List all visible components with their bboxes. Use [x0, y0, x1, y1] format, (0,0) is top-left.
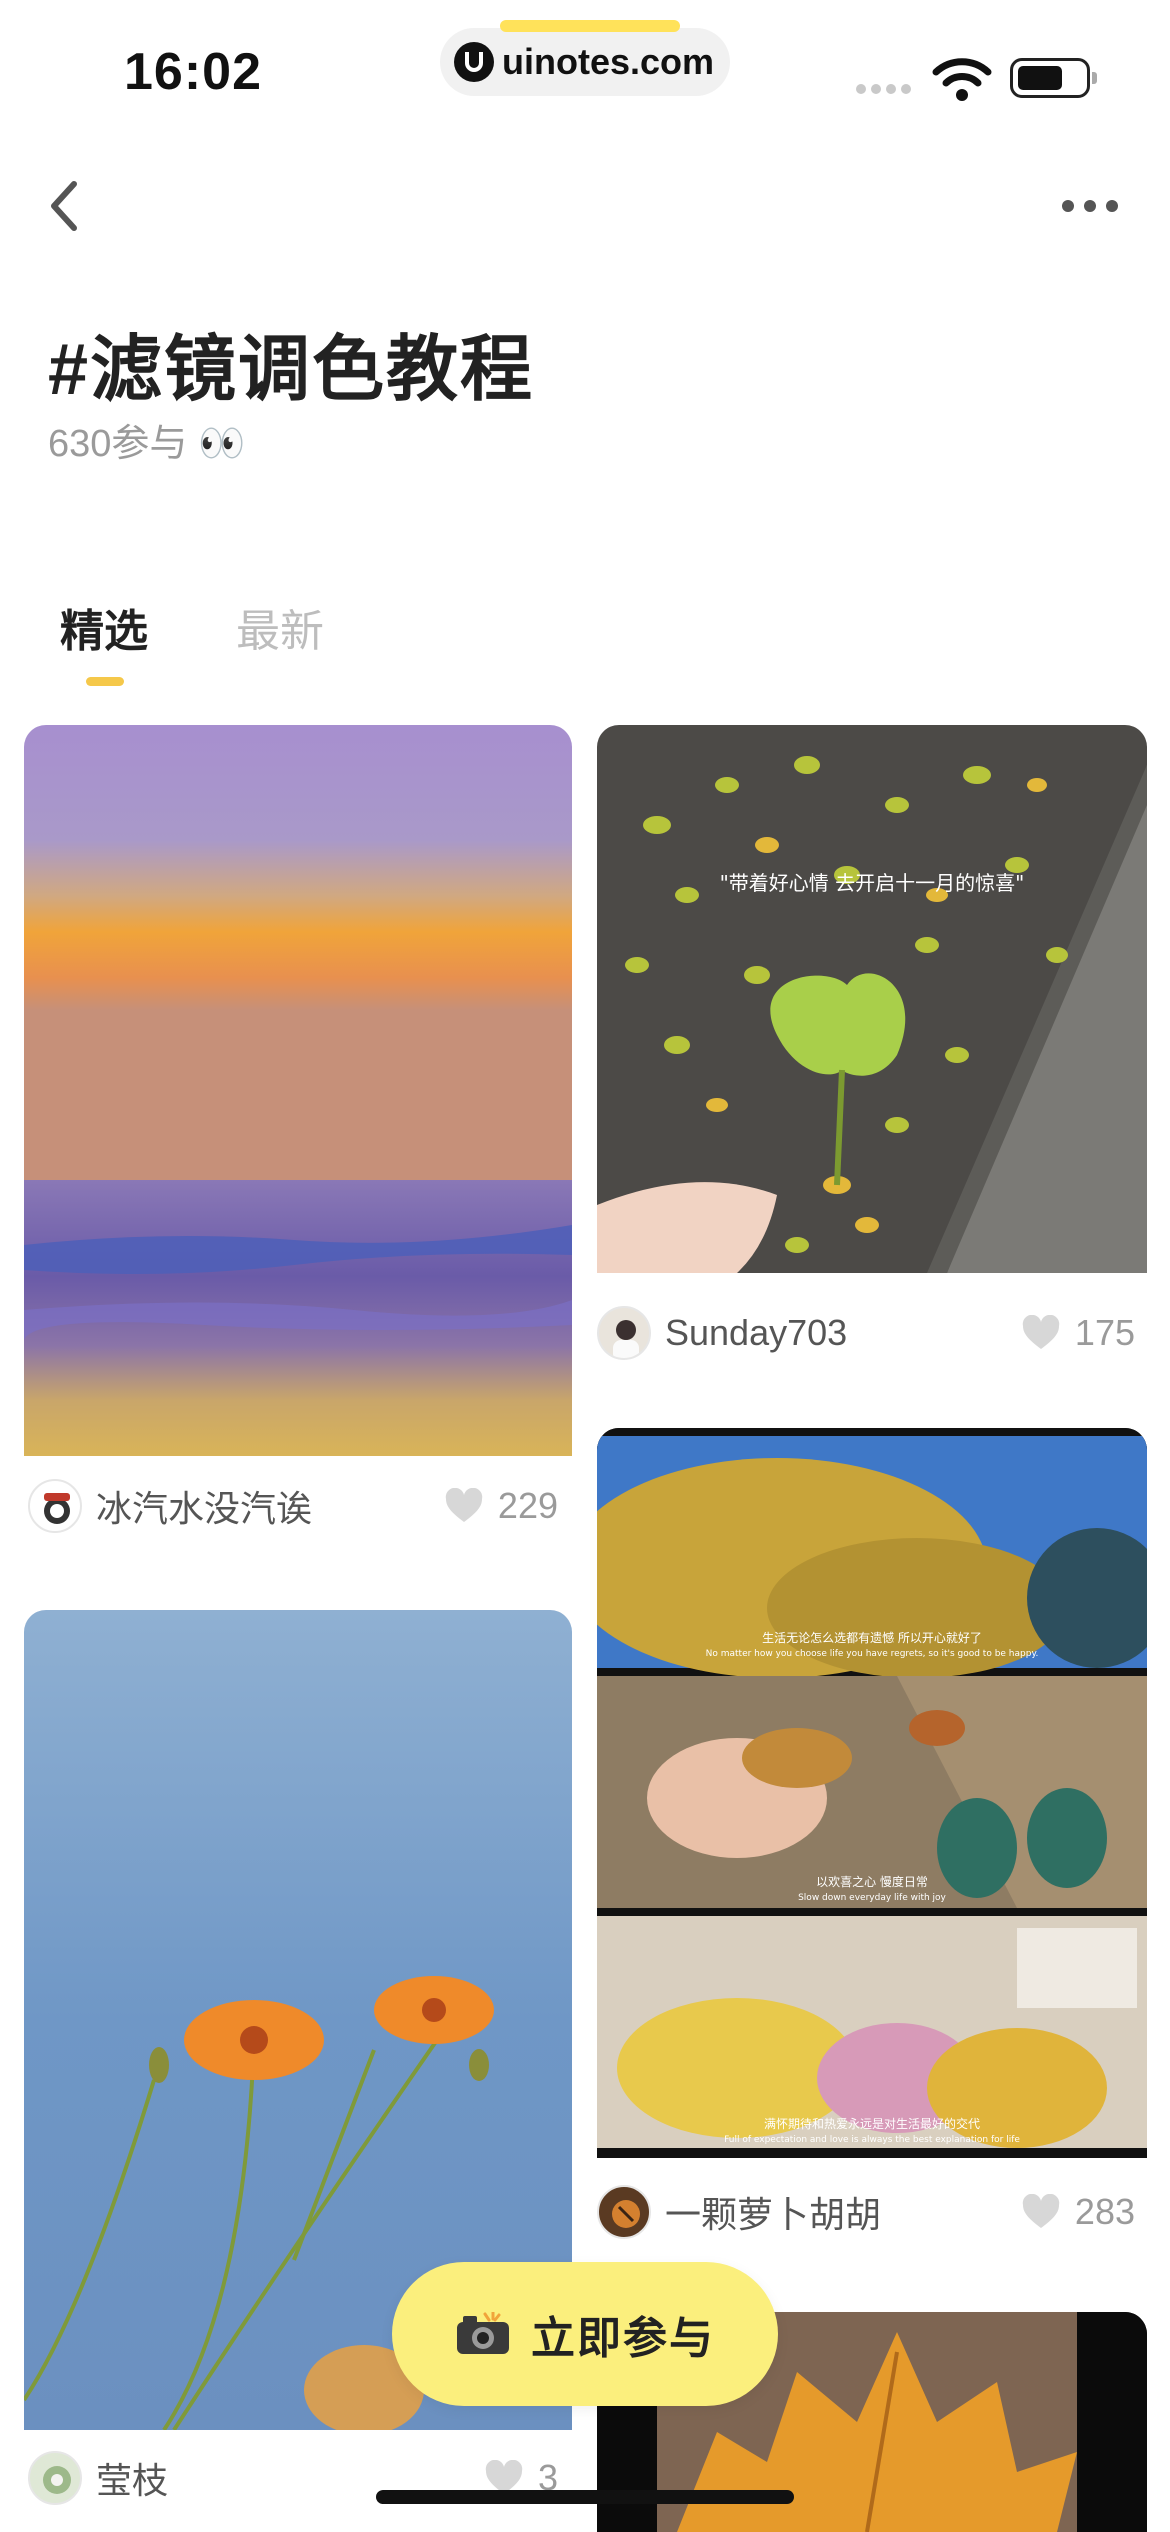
page-title: #滤镜调色教程: [48, 330, 535, 410]
post-meta: 一颗萝卜胡胡 283: [597, 2172, 1147, 2252]
like-count-value: 175: [1074, 1312, 1135, 1353]
heart-icon: [1022, 1315, 1060, 1349]
back-arrow-icon[interactable]: [44, 178, 84, 234]
avatar[interactable]: [28, 1479, 82, 1533]
avatar[interactable]: [28, 2451, 82, 2505]
post-username[interactable]: 冰汽水没汽诶: [96, 1480, 444, 1532]
url-pill[interactable]: uinotes.com: [440, 20, 730, 96]
post-meta: 冰汽水没汽诶 229: [24, 1466, 572, 1546]
post-meta: Sunday703 175: [597, 1293, 1147, 1373]
photo-caption: 生活无论怎么选都有遗憾 所以开心就好了: [762, 1630, 982, 1645]
like-count-value: 229: [497, 1485, 558, 1526]
like-count[interactable]: 229: [444, 1485, 558, 1527]
avatar[interactable]: [597, 1306, 651, 1360]
photo-caption: No matter how you choose life you have r…: [706, 1649, 1039, 1659]
like-count[interactable]: 283: [1021, 2191, 1135, 2233]
participant-count: 630参与 👀: [48, 423, 246, 465]
autumn-collage-photo[interactable]: 生活无论怎么选都有遗憾 所以开心就好了 No matter how you ch…: [597, 1428, 1147, 2158]
photo-caption: Full of expectation and love is always t…: [724, 2135, 1020, 2145]
photo-caption: "带着好心情 去开启十一月的惊喜": [720, 871, 1025, 895]
avatar[interactable]: [597, 2185, 651, 2239]
wifi-icon: [932, 58, 992, 101]
heart-icon: [445, 1488, 483, 1522]
tab-featured[interactable]: 精选: [60, 595, 148, 659]
post-card[interactable]: "带着好心情 去开启十一月的惊喜" Sunday703 175: [597, 725, 1147, 1373]
active-tab-indicator: [86, 677, 124, 686]
photo-caption: 以欢喜之心 慢度日常: [816, 1874, 928, 1889]
post-card[interactable]: 冰汽水没汽诶 229: [24, 725, 572, 1546]
post-meta: 莹枝 3: [24, 2438, 572, 2518]
photo-caption: 满怀期待和热爱永远是对生活最好的交代: [764, 2116, 980, 2131]
status-time: 16:02: [124, 43, 262, 101]
photo-caption: Slow down everyday life with joy: [798, 1893, 946, 1903]
tab-latest[interactable]: 最新: [236, 595, 324, 659]
more-options-icon[interactable]: [1062, 200, 1118, 212]
join-button[interactable]: 立即参与: [392, 2262, 778, 2406]
battery-icon: [1010, 58, 1097, 98]
heart-icon: [1022, 2194, 1060, 2228]
post-username[interactable]: 一颗萝卜胡胡: [665, 2186, 1021, 2238]
post-username[interactable]: Sunday703: [665, 1312, 1021, 1354]
ginkgo-leaf-photo[interactable]: "带着好心情 去开启十一月的惊喜": [597, 725, 1147, 1273]
join-button-label: 立即参与: [531, 2314, 715, 2363]
sunset-sea-photo[interactable]: [24, 725, 572, 1456]
home-indicator[interactable]: [376, 2490, 794, 2504]
cellular-signal-icon: [856, 84, 911, 94]
post-card[interactable]: 生活无论怎么选都有遗憾 所以开心就好了 No matter how you ch…: [597, 1428, 1147, 2252]
like-count[interactable]: 175: [1021, 1312, 1135, 1354]
like-count-value: 283: [1074, 2191, 1135, 2232]
url-text: uinotes.com: [502, 41, 715, 82]
site-logo-icon: [454, 42, 494, 82]
camera-icon: [457, 2312, 509, 2354]
